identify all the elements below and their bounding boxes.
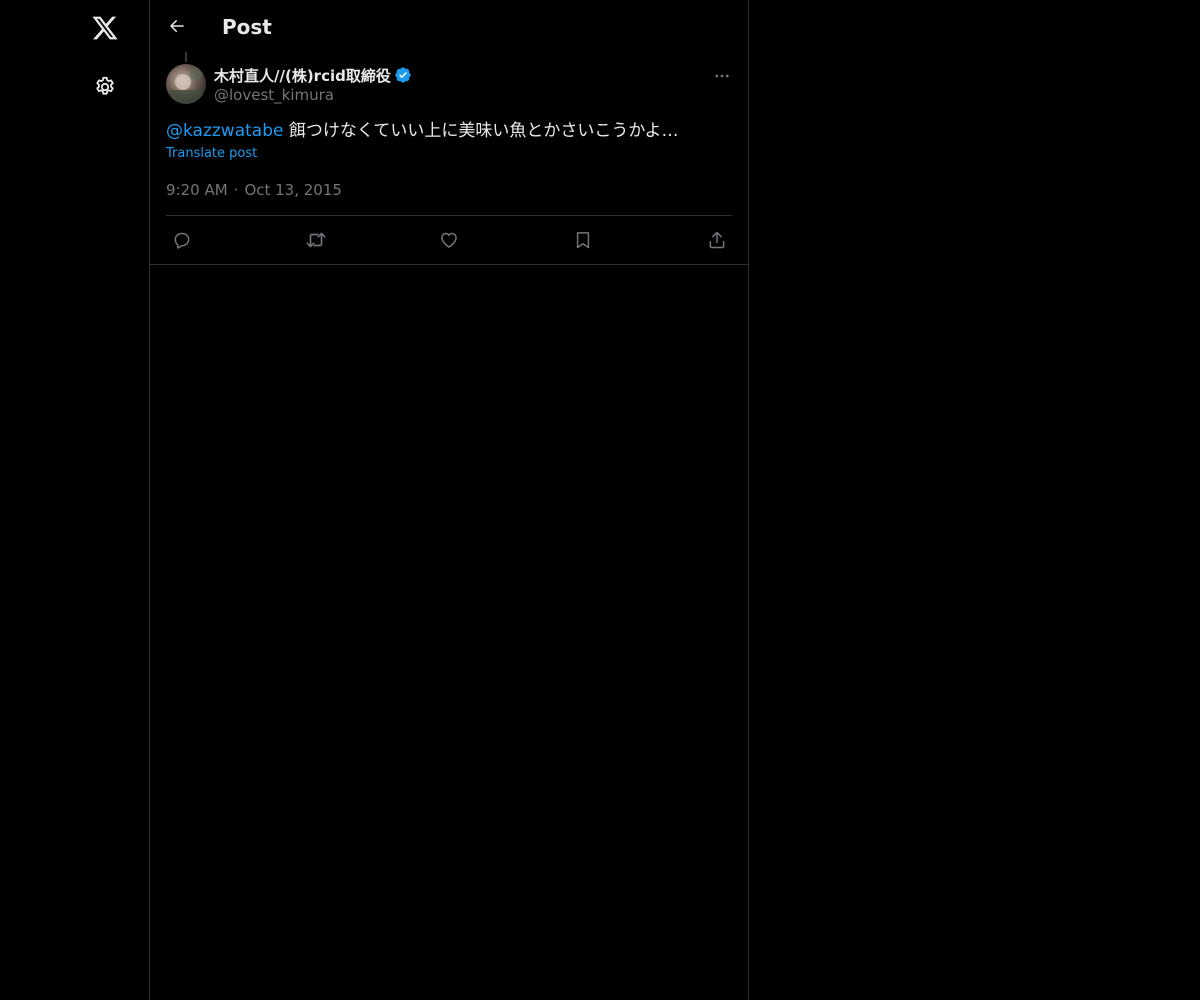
more-options-button[interactable] xyxy=(708,62,736,90)
reply-icon xyxy=(172,230,192,250)
like-button[interactable] xyxy=(433,224,465,256)
share-button[interactable] xyxy=(701,224,733,256)
reply-button[interactable] xyxy=(166,224,198,256)
author-handle[interactable]: @lovest_kimura xyxy=(214,86,334,104)
post-bottom-border xyxy=(150,264,748,265)
author-display-name[interactable]: 木村直人//(株)rcid取締役 xyxy=(214,65,391,86)
avatar[interactable] xyxy=(166,64,206,104)
translate-post-link[interactable]: Translate post xyxy=(166,146,257,161)
bookmark-icon xyxy=(573,230,593,250)
back-button[interactable] xyxy=(160,9,194,43)
post-text: 餌つけなくていい上に美味い魚とかさいこうかよ… xyxy=(283,121,679,141)
repost-icon xyxy=(305,229,327,251)
page-title: Post xyxy=(222,15,272,39)
post-timestamp: 9:20 AM · Oct 13, 2015 xyxy=(166,181,342,199)
app-root: Post 木村直人//(株)rcid取締役 @lovest_kimura @ka… xyxy=(0,0,1200,1000)
meta-separator: · xyxy=(233,181,239,199)
bookmark-button[interactable] xyxy=(567,224,599,256)
author-name-row: 木村直人//(株)rcid取締役 xyxy=(214,64,412,86)
mention-link[interactable]: @kazzwatabe xyxy=(166,121,283,141)
post-actions-bar xyxy=(166,224,732,256)
share-icon xyxy=(707,230,727,250)
post-date[interactable]: Oct 13, 2015 xyxy=(244,181,342,199)
thread-connector-line xyxy=(185,52,187,62)
post-body: @kazzwatabe 餌つけなくていい上に美味い魚とかさいこうかよ… xyxy=(166,119,732,143)
page-header: Post xyxy=(150,0,748,53)
left-nav xyxy=(0,0,149,1000)
repost-button[interactable] xyxy=(300,224,332,256)
x-logo-icon[interactable] xyxy=(83,6,127,50)
arrow-left-icon xyxy=(168,17,186,35)
main-column: Post 木村直人//(株)rcid取締役 @lovest_kimura @ka… xyxy=(149,0,749,1000)
divider xyxy=(166,215,732,216)
more-horizontal-icon xyxy=(713,67,731,85)
gear-icon[interactable] xyxy=(83,65,127,109)
verified-badge-icon xyxy=(394,66,412,84)
post-time[interactable]: 9:20 AM xyxy=(166,181,228,199)
heart-icon xyxy=(439,230,459,250)
